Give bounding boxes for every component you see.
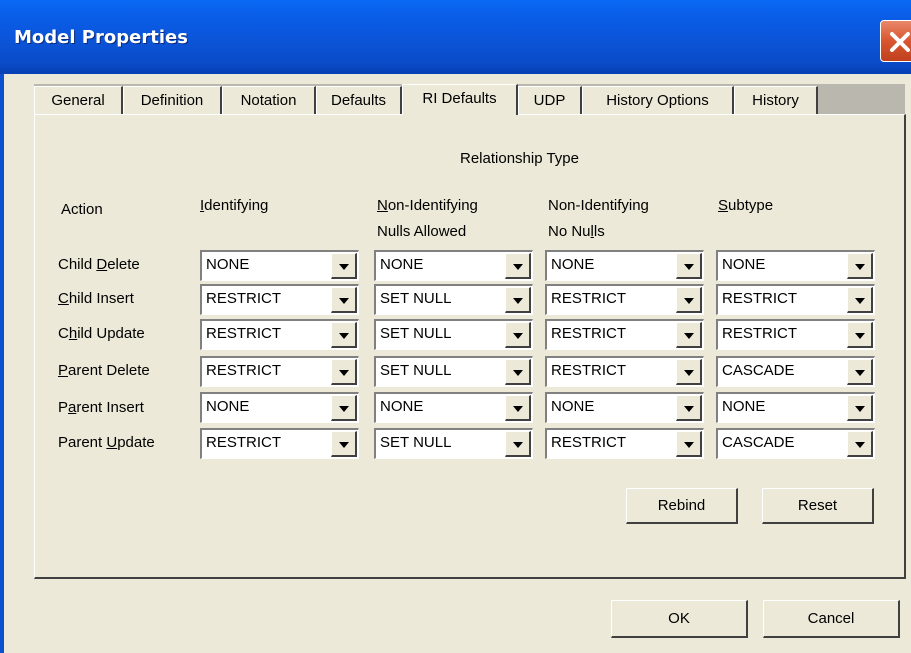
chevron-down-icon[interactable] xyxy=(847,287,873,313)
parent-insert-subtype-select[interactable]: NONE xyxy=(716,392,875,423)
parent-update-nonid-nulls-select[interactable]: SET NULL xyxy=(374,428,533,459)
parent-delete-subtype-select[interactable]: CASCADE xyxy=(716,356,875,387)
parent-insert-nonid-nonulls-select[interactable]: NONE xyxy=(545,392,704,423)
close-icon xyxy=(890,32,910,52)
identifying-header: Identifying xyxy=(200,197,269,214)
no-nulls-subheader: No Nulls xyxy=(548,223,605,240)
parent-delete-nonid-nulls-select[interactable]: SET NULL xyxy=(374,356,533,387)
tab-definition[interactable]: Definition xyxy=(123,86,222,114)
chevron-down-icon[interactable] xyxy=(676,253,702,279)
cancel-button[interactable]: Cancel xyxy=(763,600,900,638)
child-update-subtype-select[interactable]: RESTRICT xyxy=(716,319,875,350)
chevron-down-icon[interactable] xyxy=(847,431,873,457)
chevron-down-icon[interactable] xyxy=(331,322,357,348)
reset-button[interactable]: Reset xyxy=(762,488,874,524)
chevron-down-icon[interactable] xyxy=(505,287,531,313)
tab-ri-defaults[interactable]: RI Defaults xyxy=(402,84,518,115)
chevron-down-icon[interactable] xyxy=(847,395,873,421)
subtype-header: Subtype xyxy=(718,197,774,214)
chevron-down-icon[interactable] xyxy=(505,431,531,457)
chevron-down-icon[interactable] xyxy=(505,322,531,348)
relationship-type-heading: Relationship Type xyxy=(460,150,579,167)
row-label-child-delete: Child Delete xyxy=(58,256,140,273)
tab-history[interactable]: History xyxy=(734,86,818,114)
row-label-parent-delete: Parent Delete xyxy=(58,362,150,379)
tab-history-options[interactable]: History Options xyxy=(582,86,734,114)
row-label-parent-update: Parent Update xyxy=(58,434,155,451)
parent-insert-identifying-select[interactable]: NONE xyxy=(200,392,359,423)
child-delete-identifying-select[interactable]: NONE xyxy=(200,250,359,281)
parent-delete-nonid-nonulls-select[interactable]: RESTRICT xyxy=(545,356,704,387)
chevron-down-icon[interactable] xyxy=(331,395,357,421)
tab-general[interactable]: General xyxy=(34,86,123,114)
chevron-down-icon[interactable] xyxy=(847,359,873,385)
parent-update-identifying-select[interactable]: RESTRICT xyxy=(200,428,359,459)
child-delete-nonid-nulls-select[interactable]: NONE xyxy=(374,250,533,281)
chevron-down-icon[interactable] xyxy=(505,359,531,385)
action-header: Action xyxy=(61,201,103,218)
row-label-parent-insert: Parent Insert xyxy=(58,399,144,416)
chevron-down-icon[interactable] xyxy=(505,395,531,421)
chevron-down-icon[interactable] xyxy=(331,359,357,385)
rebind-button[interactable]: Rebind xyxy=(626,488,738,524)
child-delete-subtype-select[interactable]: NONE xyxy=(716,250,875,281)
row-label-child-insert: Child Insert xyxy=(58,290,134,307)
parent-update-subtype-select[interactable]: CASCADE xyxy=(716,428,875,459)
chevron-down-icon[interactable] xyxy=(331,253,357,279)
chevron-down-icon[interactable] xyxy=(331,287,357,313)
tab-notation[interactable]: Notation xyxy=(222,86,316,114)
chevron-down-icon[interactable] xyxy=(676,359,702,385)
parent-delete-identifying-select[interactable]: RESTRICT xyxy=(200,356,359,387)
nulls-allowed-subheader: Nulls Allowed xyxy=(377,223,467,240)
window-title: Model Properties xyxy=(14,27,188,48)
child-insert-subtype-select[interactable]: RESTRICT xyxy=(716,284,875,315)
chevron-down-icon[interactable] xyxy=(331,431,357,457)
chevron-down-icon[interactable] xyxy=(676,431,702,457)
title-bar[interactable]: Model Properties xyxy=(0,0,911,74)
parent-insert-nonid-nulls-select[interactable]: NONE xyxy=(374,392,533,423)
child-insert-nonid-nulls-select[interactable]: SET NULL xyxy=(374,284,533,315)
child-delete-nonid-nonulls-select[interactable]: NONE xyxy=(545,250,704,281)
chevron-down-icon[interactable] xyxy=(505,253,531,279)
chevron-down-icon[interactable] xyxy=(676,287,702,313)
tab-udp[interactable]: UDP xyxy=(518,86,582,114)
chevron-down-icon[interactable] xyxy=(847,322,873,348)
window-frame xyxy=(0,74,4,653)
row-label-child-update: Child Update xyxy=(58,325,145,342)
chevron-down-icon[interactable] xyxy=(676,322,702,348)
child-insert-identifying-select[interactable]: RESTRICT xyxy=(200,284,359,315)
child-update-identifying-select[interactable]: RESTRICT xyxy=(200,319,359,350)
close-button[interactable] xyxy=(880,20,911,62)
chevron-down-icon[interactable] xyxy=(676,395,702,421)
tab-defaults[interactable]: Defaults xyxy=(316,86,402,114)
parent-update-nonid-nonulls-select[interactable]: RESTRICT xyxy=(545,428,704,459)
child-update-nonid-nulls-select[interactable]: SET NULL xyxy=(374,319,533,350)
chevron-down-icon[interactable] xyxy=(847,253,873,279)
child-insert-nonid-nonulls-select[interactable]: RESTRICT xyxy=(545,284,704,315)
ok-button[interactable]: OK xyxy=(611,600,748,638)
non-identifying-nulls-header: Non-Identifying xyxy=(377,197,478,214)
child-update-nonid-nonulls-select[interactable]: RESTRICT xyxy=(545,319,704,350)
non-identifying-no-nulls-header: Non-Identifying xyxy=(548,197,649,214)
